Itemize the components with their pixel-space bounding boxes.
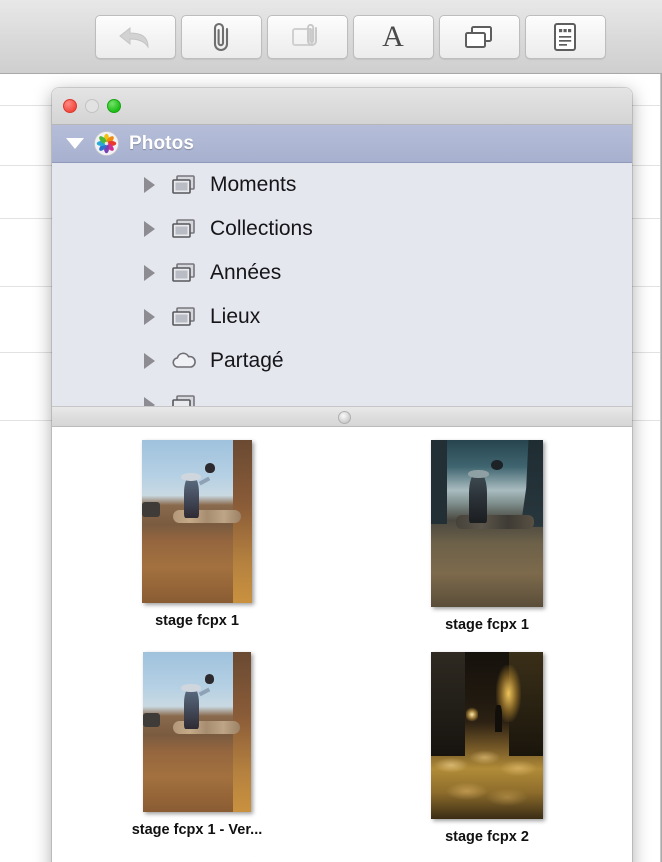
pane-splitter[interactable] <box>52 406 632 427</box>
source-title: Photos <box>129 132 194 154</box>
sidebar-item-label: ... <box>210 393 228 406</box>
popover-titlebar <box>52 88 632 125</box>
album-stack-icon <box>170 261 198 285</box>
chevron-right-icon[interactable] <box>144 309 155 325</box>
sidebar-item-label: Lieux <box>210 305 261 328</box>
markup-button[interactable] <box>266 14 348 59</box>
photo-label: stage fcpx 2 <box>445 829 529 845</box>
sidebar-item-annees[interactable]: Années <box>52 251 632 295</box>
photo-thumbnail[interactable] <box>431 440 543 607</box>
photo-label: stage fcpx 1 - Ver... <box>131 822 263 838</box>
stationery-page-icon <box>552 22 578 52</box>
chevron-right-icon[interactable] <box>144 177 155 193</box>
chevron-down-icon[interactable] <box>66 138 84 149</box>
sidebar-item-label: Années <box>210 261 282 284</box>
attach-button[interactable] <box>180 14 262 59</box>
sidebar-item-label: Collections <box>210 217 313 240</box>
letter-a-icon: A <box>382 19 404 53</box>
photo-grid-row: stage fcpx 1 stage fcpx 1 <box>52 440 632 652</box>
photo-thumbnail[interactable] <box>431 652 543 819</box>
photo-cell[interactable]: stage fcpx 2 <box>342 652 632 862</box>
sidebar-item-partage[interactable]: Partagé <box>52 339 632 383</box>
chevron-right-icon[interactable] <box>144 221 155 237</box>
photo-thumbnail[interactable] <box>142 440 252 603</box>
photo-grid-row: stage fcpx 1 - Ver... stage fcpx 2 <box>52 652 632 862</box>
markup-attachment-icon <box>290 22 324 52</box>
minimize-button <box>85 99 99 113</box>
stationery-button[interactable] <box>524 14 606 59</box>
chevron-right-icon[interactable] <box>144 397 155 406</box>
photo-cell[interactable]: stage fcpx 1 <box>342 440 632 652</box>
source-header-photos[interactable]: Photos <box>52 125 632 163</box>
paperclip-icon <box>207 22 235 52</box>
album-stack-icon <box>170 217 198 241</box>
sidebar-item-label: Moments <box>210 173 297 196</box>
screen: A Photos Moments Collections Années Lieu… <box>0 0 662 862</box>
sidebar-item-lieux[interactable]: Lieux <box>52 295 632 339</box>
sidebar-item-label: Partagé <box>210 349 284 372</box>
reply-button[interactable] <box>94 14 176 59</box>
photo-label: stage fcpx 1 <box>445 617 529 633</box>
sidebar-item-moments[interactable]: Moments <box>52 163 632 207</box>
photo-browser-button[interactable] <box>438 14 520 59</box>
album-stack-icon <box>170 305 198 329</box>
sidebar-item-collections[interactable]: Collections <box>52 207 632 251</box>
close-button[interactable] <box>63 99 77 113</box>
overlapping-windows-icon <box>463 23 495 51</box>
chevron-right-icon[interactable] <box>144 265 155 281</box>
photo-thumbnail[interactable] <box>143 652 251 812</box>
album-stack-icon <box>170 173 198 197</box>
resize-grip-dot[interactable] <box>338 411 351 424</box>
chevron-right-icon[interactable] <box>144 353 155 369</box>
photo-grid: stage fcpx 1 stage fcpx 1 stage fcpx 1 -… <box>52 427 632 862</box>
cloud-icon <box>170 349 198 373</box>
photo-cell[interactable]: stage fcpx 1 <box>52 440 342 652</box>
zoom-button[interactable] <box>107 99 121 113</box>
sidebar-item-partially-visible[interactable]: ... <box>52 383 632 406</box>
photo-cell[interactable]: stage fcpx 1 - Ver... <box>52 652 342 862</box>
reply-arrow-icon <box>118 24 152 50</box>
photo-label: stage fcpx 1 <box>155 613 239 629</box>
compose-toolbar: A <box>0 0 662 74</box>
album-stack-icon <box>170 393 198 406</box>
format-button[interactable]: A <box>352 14 434 59</box>
photo-browser-popover: Photos Moments Collections Années Lieux … <box>52 88 632 862</box>
source-list: Moments Collections Années Lieux Partagé… <box>52 163 632 406</box>
photos-pinwheel-icon <box>94 131 119 156</box>
